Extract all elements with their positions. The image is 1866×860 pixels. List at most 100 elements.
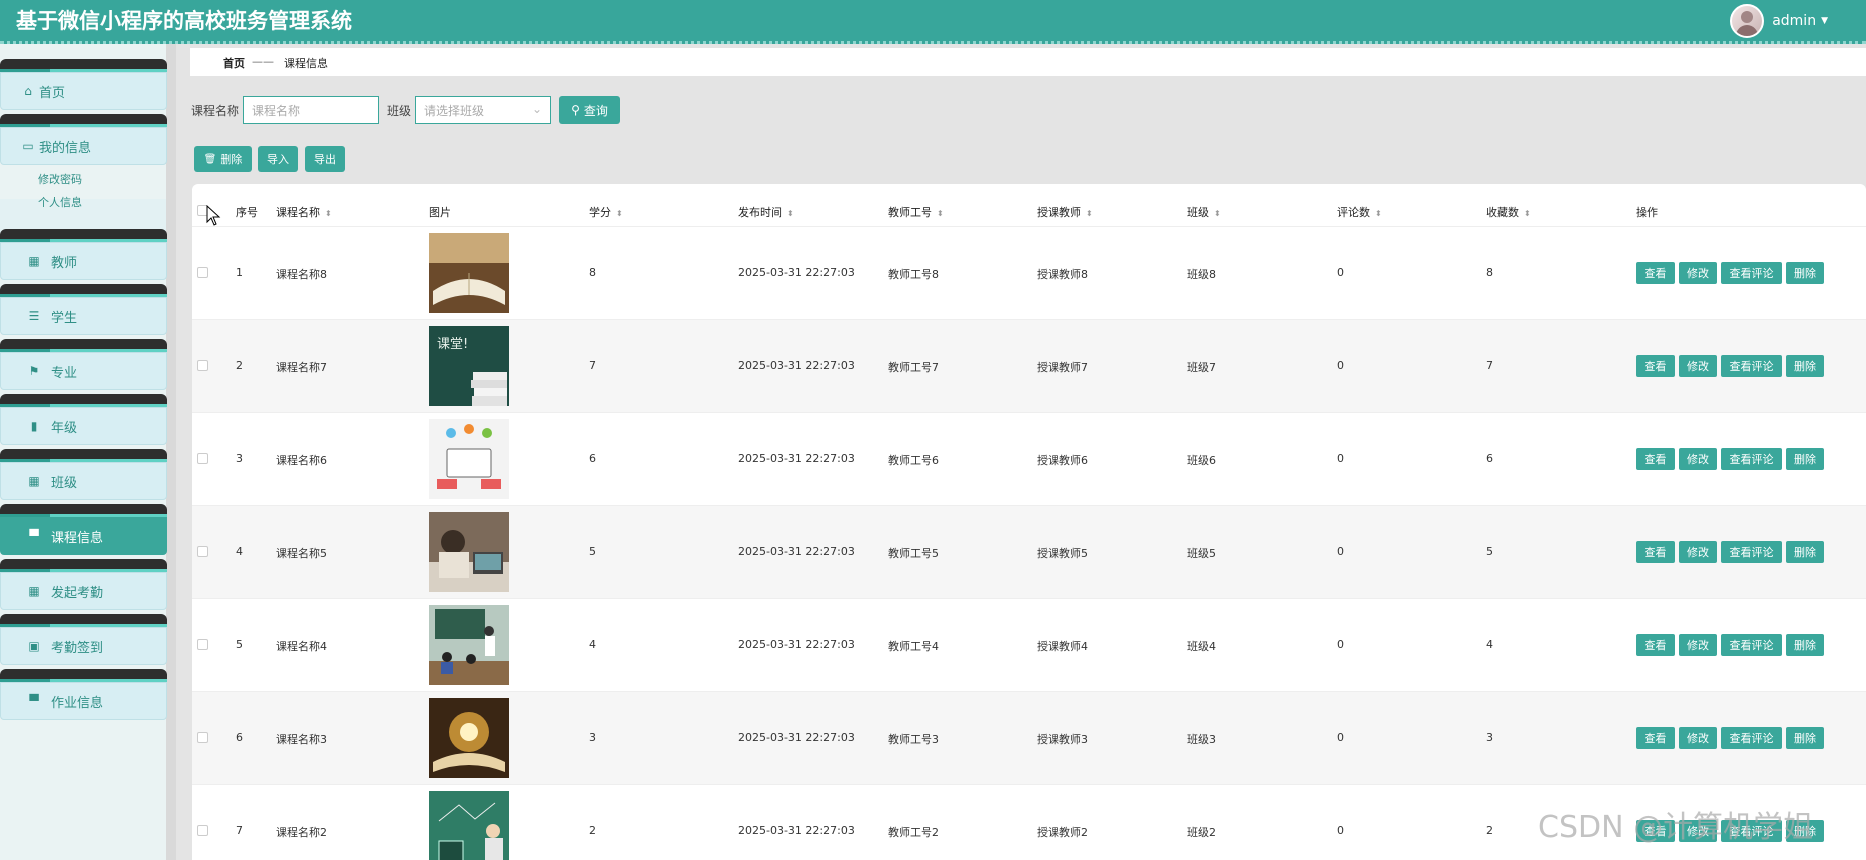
sidebar-subitem-personal-info[interactable]: 个人信息	[38, 194, 82, 210]
search-button[interactable]: ⚲ 查询	[559, 96, 620, 124]
view-comments-button[interactable]: 查看评论	[1721, 541, 1782, 563]
header-course-name[interactable]: 课程名称 ⬍	[276, 204, 332, 220]
user-menu[interactable]: admin ▼	[1730, 3, 1828, 39]
edit-button[interactable]: 修改	[1679, 355, 1717, 377]
sort-icon[interactable]: ⬍	[1375, 209, 1382, 218]
row-delete-button[interactable]: 删除	[1786, 355, 1824, 377]
row-checkbox[interactable]	[197, 267, 208, 278]
chevron-down-icon: ⌄	[531, 102, 542, 116]
view-button[interactable]: 查看	[1636, 727, 1675, 749]
sort-icon[interactable]: ⬍	[787, 209, 794, 218]
header-image: 图片	[429, 206, 451, 219]
sort-icon[interactable]: ⬍	[1214, 209, 1221, 218]
row-course-name: 课程名称6	[276, 454, 327, 467]
import-button[interactable]: 导入	[258, 146, 298, 172]
sidebar-item-major[interactable]: ⚑ 专业	[0, 339, 167, 393]
sidebar-item-home[interactable]: ⌂ 首页	[0, 59, 167, 113]
sidebar: ⌂ 首页 ▭ 我的信息 修改密码 个人信息 ▦ 教师 ☰ 学生 ⚑ 专业 ▮ 年…	[0, 44, 176, 860]
chalkboard-books-photo[interactable]: 课堂!	[429, 326, 509, 406]
header-teacher-no[interactable]: 教师工号 ⬍	[888, 204, 944, 220]
class-select[interactable]: 请选择班级 ⌄	[415, 96, 551, 124]
row-delete-button[interactable]: 删除	[1786, 262, 1824, 284]
glowing-book-photo[interactable]	[429, 698, 509, 778]
row-teacher: 授课教师4	[1037, 640, 1088, 653]
view-comments-button[interactable]: 查看评论	[1721, 727, 1782, 749]
view-comments-button[interactable]: 查看评论	[1721, 634, 1782, 656]
view-comments-button[interactable]: 查看评论	[1721, 355, 1782, 377]
sort-icon[interactable]: ⬍	[937, 209, 944, 218]
header-favorites[interactable]: 收藏数 ⬍	[1486, 204, 1531, 220]
user-name[interactable]: admin	[1772, 13, 1816, 29]
row-index: 7	[236, 824, 243, 837]
edit-button[interactable]: 修改	[1679, 262, 1717, 284]
view-button[interactable]: 查看	[1636, 634, 1675, 656]
course-name-input[interactable]: 课程名称	[243, 96, 379, 124]
sidebar-item-attendance-signin[interactable]: ▣ 考勤签到	[0, 614, 167, 668]
edit-button[interactable]: 修改	[1679, 541, 1717, 563]
view-comments-button[interactable]: 查看评论	[1721, 448, 1782, 470]
sidebar-scrollbar[interactable]	[166, 44, 176, 860]
edit-button[interactable]: 修改	[1679, 634, 1717, 656]
header-publish-time[interactable]: 发布时间 ⬍	[738, 204, 794, 220]
sidebar-item-label: 我的信息	[39, 140, 92, 156]
row-delete-button[interactable]: 删除	[1786, 541, 1824, 563]
row-checkbox[interactable]	[197, 639, 208, 650]
row-credit: 6	[589, 452, 596, 465]
row-checkbox[interactable]	[197, 732, 208, 743]
sort-icon[interactable]: ⬍	[325, 209, 332, 218]
sidebar-item-student[interactable]: ☰ 学生	[0, 284, 167, 338]
avatar[interactable]	[1730, 4, 1765, 38]
header-teacher[interactable]: 授课教师 ⬍	[1037, 204, 1093, 220]
sidebar-item-class[interactable]: ▦ 班级	[0, 449, 167, 503]
monitor-icon: ▀	[29, 529, 39, 543]
row-checkbox[interactable]	[197, 546, 208, 557]
classroom-photo[interactable]	[429, 605, 509, 685]
header-class[interactable]: 班级 ⬍	[1187, 204, 1221, 220]
view-button[interactable]: 查看	[1636, 262, 1675, 284]
export-button[interactable]: 导出	[305, 146, 345, 172]
view-comments-button[interactable]: 查看评论	[1721, 262, 1782, 284]
view-button[interactable]: 查看	[1636, 448, 1675, 470]
card-icon: ▭	[22, 139, 34, 153]
row-checkbox[interactable]	[197, 825, 208, 836]
sort-icon[interactable]: ⬍	[616, 209, 623, 218]
header-comments[interactable]: 评论数 ⬍	[1337, 204, 1382, 220]
row-index: 1	[236, 266, 243, 279]
sidebar-item-homework[interactable]: ▀ 作业信息	[0, 669, 167, 723]
row-checkbox[interactable]	[197, 360, 208, 371]
class-select-placeholder: 请选择班级	[424, 104, 485, 118]
open-book-photo[interactable]	[429, 233, 509, 313]
sort-icon[interactable]: ⬍	[1524, 209, 1531, 218]
flag-icon: ⚑	[28, 364, 40, 378]
row-course-name: 课程名称2	[276, 826, 327, 839]
e-learning-illustration[interactable]	[429, 419, 509, 499]
caret-down-icon[interactable]: ▼	[1821, 16, 1828, 26]
sidebar-item-teacher[interactable]: ▦ 教师	[0, 229, 167, 283]
sidebar-item-start-attendance[interactable]: ▦ 发起考勤	[0, 559, 167, 613]
sidebar-item-grade[interactable]: ▮ 年级	[0, 394, 167, 448]
edit-button[interactable]: 修改	[1679, 727, 1717, 749]
sliders-icon: ☰	[28, 309, 40, 323]
breadcrumb-home[interactable]: 首页	[223, 55, 245, 71]
row-checkbox[interactable]	[197, 453, 208, 464]
row-delete-button[interactable]: 删除	[1786, 448, 1824, 470]
row-credit: 5	[589, 545, 596, 558]
edit-button[interactable]: 修改	[1679, 448, 1717, 470]
row-teacher-no: 教师工号5	[888, 547, 939, 560]
sidebar-subitem-change-password[interactable]: 修改密码	[38, 171, 82, 187]
row-delete-button[interactable]: 删除	[1786, 634, 1824, 656]
sidebar-item-my-info[interactable]: ▭ 我的信息	[0, 114, 167, 168]
row-delete-button[interactable]: 删除	[1786, 727, 1824, 749]
laptop-study-photo[interactable]	[429, 512, 509, 592]
view-button[interactable]: 查看	[1636, 541, 1675, 563]
header-credit[interactable]: 学分 ⬍	[589, 204, 623, 220]
view-button[interactable]: 查看	[1636, 355, 1675, 377]
table-row: 1 课程名称8 8 2025-03-31 22:27:03 教师工号8 授课教师8 班级8 0…	[192, 227, 1866, 320]
row-course-name: 课程名称4	[276, 640, 327, 653]
row-publish-time: 2025-03-31 22:27:03	[738, 545, 855, 558]
delete-button[interactable]: 🗑 删除	[194, 146, 252, 172]
sort-icon[interactable]: ⬍	[1086, 209, 1093, 218]
row-index: 3	[236, 452, 243, 465]
sidebar-item-course-info[interactable]: ▀ 课程信息	[0, 504, 167, 558]
teacher-chalkboard-photo[interactable]	[429, 791, 509, 860]
